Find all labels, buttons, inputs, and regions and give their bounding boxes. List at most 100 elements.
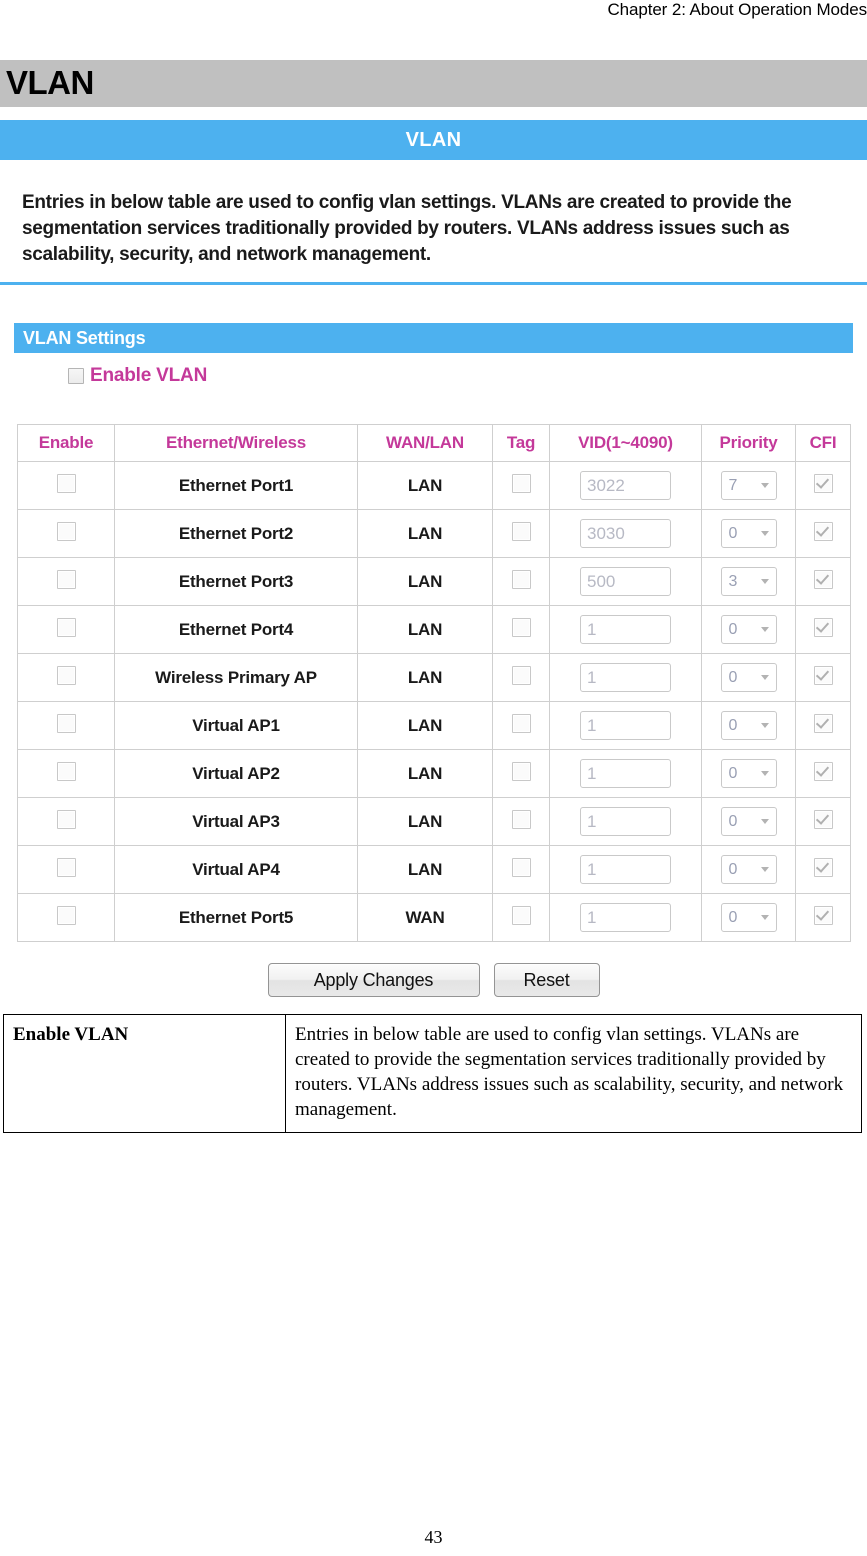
vid-input[interactable] — [580, 711, 671, 740]
tag-checkbox[interactable] — [511, 713, 531, 733]
enable-checkbox[interactable] — [56, 665, 76, 685]
cell-tag — [492, 557, 550, 606]
enable-vlan-row[interactable]: Enable VLAN — [68, 365, 207, 387]
vid-input[interactable] — [580, 807, 671, 836]
enable-checkbox[interactable] — [56, 761, 76, 781]
page-number: 43 — [424, 1527, 443, 1547]
cell-cfi — [795, 605, 851, 654]
cell-interface-name: Virtual AP2 — [114, 749, 358, 798]
cell-vid — [549, 509, 702, 558]
enable-checkbox[interactable] — [56, 473, 76, 493]
cell-tag — [492, 605, 550, 654]
cfi-checkbox[interactable] — [813, 665, 833, 685]
cell-interface-name: Virtual AP3 — [114, 797, 358, 846]
priority-select[interactable]: 3 — [720, 567, 777, 596]
tag-checkbox[interactable] — [511, 761, 531, 781]
cell-cfi — [795, 653, 851, 702]
priority-select[interactable]: 7 — [720, 471, 777, 500]
vid-input[interactable] — [580, 759, 671, 788]
table-row: Ethernet Port5WAN 0 — [17, 893, 851, 942]
priority-select-value: 0 — [728, 908, 738, 926]
priority-select[interactable]: 0 — [720, 519, 777, 548]
cell-tag — [492, 845, 550, 894]
tag-checkbox[interactable] — [511, 473, 531, 493]
cfi-checkbox[interactable] — [813, 617, 833, 637]
cell-interface-name: Wireless Primary AP — [114, 653, 358, 702]
table-row: Virtual AP3LAN 0 — [17, 797, 851, 846]
priority-select[interactable]: 0 — [720, 903, 777, 932]
cell-cfi — [795, 557, 851, 606]
cell-interface-name: Ethernet Port2 — [114, 509, 358, 558]
vid-input[interactable] — [580, 663, 671, 692]
cfi-checkbox[interactable] — [813, 761, 833, 781]
tag-checkbox[interactable] — [511, 905, 531, 925]
table-row: Ethernet Port3LAN 3 — [17, 557, 851, 606]
enable-checkbox[interactable] — [56, 617, 76, 637]
reset-button[interactable]: Reset — [493, 963, 600, 997]
enable-checkbox[interactable] — [56, 809, 76, 829]
apply-changes-button[interactable]: Apply Changes — [267, 963, 480, 997]
enable-checkbox[interactable] — [56, 713, 76, 733]
cfi-checkbox[interactable] — [813, 905, 833, 925]
vid-input[interactable] — [580, 903, 671, 932]
enable-vlan-checkbox[interactable] — [68, 368, 84, 384]
cell-enable — [17, 845, 115, 894]
cell-interface-name: Virtual AP1 — [114, 701, 358, 750]
priority-select[interactable]: 0 — [720, 615, 777, 644]
enable-checkbox[interactable] — [56, 521, 76, 541]
chevron-down-icon — [760, 531, 769, 536]
cell-wan-lan: LAN — [357, 605, 493, 654]
priority-select[interactable]: 0 — [720, 807, 777, 836]
enable-checkbox[interactable] — [56, 905, 76, 925]
cell-tag — [492, 893, 550, 942]
tag-checkbox[interactable] — [511, 617, 531, 637]
table-row: Wireless Primary APLAN 0 — [17, 653, 851, 702]
cfi-checkbox[interactable] — [813, 569, 833, 589]
cell-wan-lan: LAN — [357, 701, 493, 750]
priority-select[interactable]: 0 — [720, 759, 777, 788]
vid-input[interactable] — [580, 471, 671, 500]
priority-select[interactable]: 0 — [720, 711, 777, 740]
vid-input[interactable] — [580, 855, 671, 884]
vid-input[interactable] — [580, 615, 671, 644]
column-header-enable: Enable — [17, 424, 115, 462]
cfi-checkbox[interactable] — [813, 713, 833, 733]
tag-checkbox[interactable] — [511, 665, 531, 685]
intro-divider — [0, 282, 867, 285]
cfi-checkbox[interactable] — [813, 857, 833, 877]
cell-tag — [492, 653, 550, 702]
tag-checkbox[interactable] — [511, 809, 531, 829]
cfi-checkbox[interactable] — [813, 809, 833, 829]
enable-checkbox[interactable] — [56, 857, 76, 877]
cell-wan-lan: LAN — [357, 461, 493, 510]
cell-enable — [17, 557, 115, 606]
column-header-priority: Priority — [701, 424, 796, 462]
cell-interface-name: Ethernet Port1 — [114, 461, 358, 510]
cell-priority: 0 — [701, 797, 796, 846]
cfi-checkbox[interactable] — [813, 521, 833, 541]
tag-checkbox[interactable] — [511, 857, 531, 877]
cell-vid — [549, 749, 702, 798]
cell-enable — [17, 893, 115, 942]
cell-vid — [549, 845, 702, 894]
description-key: Enable VLAN — [3, 1014, 286, 1133]
priority-select[interactable]: 0 — [720, 663, 777, 692]
priority-select-value: 0 — [728, 764, 738, 782]
chevron-down-icon — [760, 483, 769, 488]
cfi-checkbox[interactable] — [813, 473, 833, 493]
cell-enable — [17, 509, 115, 558]
chevron-down-icon — [760, 627, 769, 632]
cell-priority: 0 — [701, 509, 796, 558]
tag-checkbox[interactable] — [511, 569, 531, 589]
tag-checkbox[interactable] — [511, 521, 531, 541]
vid-input[interactable] — [580, 519, 671, 548]
cell-cfi — [795, 461, 851, 510]
vid-input[interactable] — [580, 567, 671, 596]
priority-select[interactable]: 0 — [720, 855, 777, 884]
cell-cfi — [795, 701, 851, 750]
cell-cfi — [795, 845, 851, 894]
cell-interface-name: Virtual AP4 — [114, 845, 358, 894]
cell-priority: 0 — [701, 605, 796, 654]
cell-wan-lan: LAN — [357, 509, 493, 558]
enable-checkbox[interactable] — [56, 569, 76, 589]
